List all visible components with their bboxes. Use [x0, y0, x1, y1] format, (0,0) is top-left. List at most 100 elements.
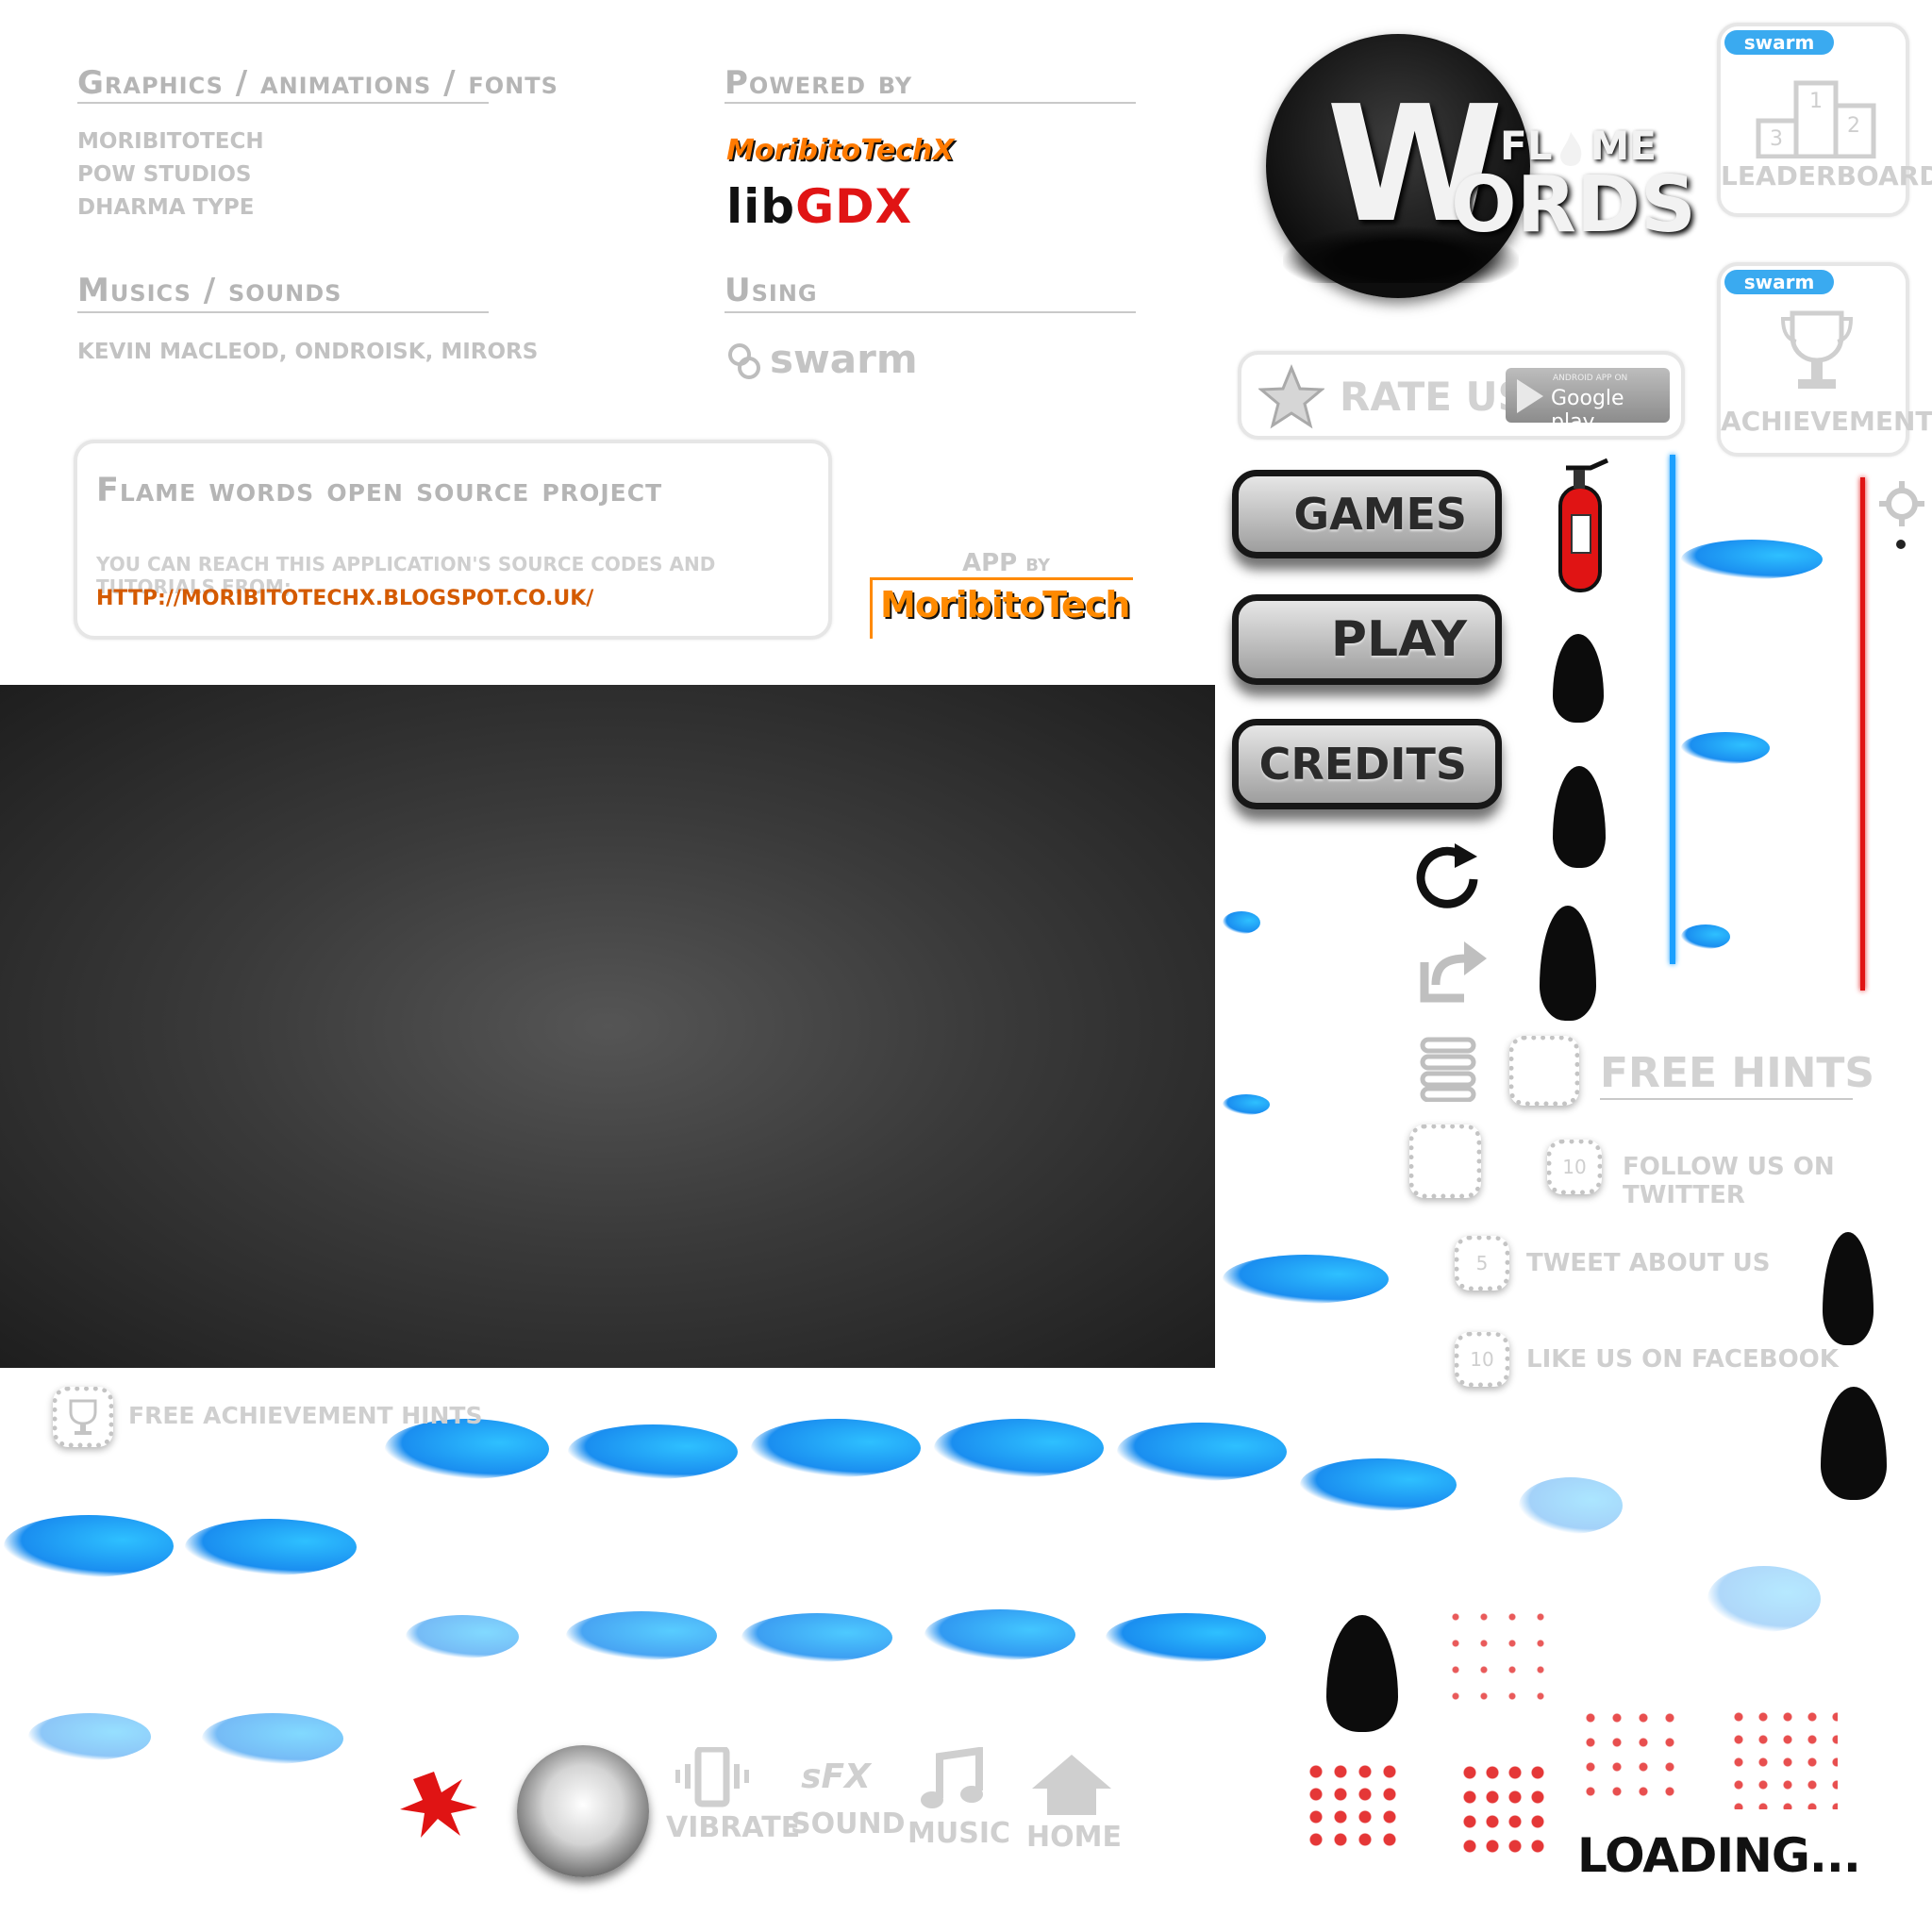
blue-flame-sprite — [741, 1613, 892, 1662]
black-flame-sprite — [1821, 1387, 1887, 1500]
refresh-icon[interactable] — [1406, 836, 1491, 921]
trophy-icon — [69, 1399, 97, 1435]
logo-flame-base — [1283, 226, 1519, 283]
hint-frame — [1509, 1036, 1579, 1106]
trophy-icon — [1780, 310, 1854, 389]
google-play-badge[interactable]: ANDROID APP ON Google play — [1506, 368, 1670, 434]
graphics-heading: Graphics / animations / fonts — [77, 64, 558, 102]
blue-flame-sprite — [1300, 1458, 1457, 1511]
musics-heading: Musics / sounds — [77, 272, 342, 309]
blue-flame-sprite — [934, 1419, 1104, 1477]
games-button[interactable]: GAMES — [1232, 470, 1502, 558]
rate-us-label: RATE US — [1340, 374, 1526, 420]
musics-list: KEVIN MACLEOD, ONDROISK, MIRORS — [77, 340, 539, 364]
black-flame-sprite — [1326, 1615, 1398, 1732]
sound-toggle[interactable]: sFX SOUND — [791, 1747, 905, 1851]
achievements-label: ACHIEVEMENTS — [1721, 406, 1932, 437]
music-note-icon — [921, 1746, 983, 1808]
powered-rule — [724, 102, 1136, 104]
svg-text:3: 3 — [1770, 127, 1783, 151]
using-rule — [724, 311, 1136, 313]
black-flame-sprite — [1553, 634, 1604, 723]
blue-flame-sprite — [28, 1713, 151, 1760]
blue-flame-sprite — [566, 1611, 717, 1660]
tweet-about-us-link[interactable]: TWEET ABOUT US — [1526, 1249, 1771, 1277]
gear-icon[interactable] — [1877, 479, 1926, 528]
share-icon[interactable] — [1411, 928, 1492, 1009]
vibrate-toggle[interactable]: VIBRATE — [666, 1745, 800, 1851]
blue-flame-sprite — [1223, 1255, 1389, 1304]
blue-laser-line — [1670, 455, 1675, 964]
free-hints-rule — [1600, 1098, 1853, 1100]
red-particles-sprite — [1304, 1760, 1407, 1855]
graphics-list: MORIBITOTECH POW STUDIOS DHARMA TYPE — [77, 125, 264, 225]
black-flame-sprite — [1553, 766, 1606, 868]
empty-hint-frame — [1409, 1124, 1481, 1198]
source-title: Flame words open source project — [96, 472, 663, 509]
blue-flame-sprite — [4, 1515, 174, 1577]
red-particles-sprite — [1726, 1706, 1838, 1809]
credit-item: POW STUDIOS — [77, 162, 252, 187]
hint-count-badge: 5 — [1455, 1236, 1509, 1291]
blue-flame-sprite — [1707, 1566, 1821, 1632]
loading-label: LOADING... — [1577, 1828, 1861, 1883]
fire-extinguisher-icon — [1558, 458, 1609, 592]
red-particles-sprite — [1577, 1706, 1689, 1809]
blue-flame-sprite — [1681, 540, 1823, 579]
home-icon — [1032, 1755, 1111, 1815]
blue-flame-sprite — [568, 1424, 738, 1479]
hint-count-badge: 10 — [1547, 1140, 1602, 1194]
red-laser-line — [1860, 477, 1865, 991]
red-splat-icon — [400, 1772, 477, 1838]
graphics-rule — [77, 102, 489, 104]
blue-flame-sprite — [1519, 1477, 1623, 1534]
musics-rule — [77, 311, 489, 313]
blue-flame-sprite — [406, 1615, 519, 1658]
using-heading: Using — [724, 272, 818, 309]
leaderboard-button[interactable]: swarm 1 2 3 LEADERBOARD — [1717, 23, 1932, 217]
free-hints-label: FREE HINTS — [1600, 1049, 1875, 1097]
blue-flame-sprite — [1681, 732, 1770, 764]
black-flame-sprite — [1823, 1232, 1874, 1345]
blue-flame-sprite — [1106, 1613, 1266, 1662]
swarm-badge: swarm — [1724, 30, 1834, 55]
achievement-hint-frame — [53, 1387, 113, 1447]
svg-text:1: 1 — [1809, 90, 1823, 113]
blue-flame-sprite — [1223, 1094, 1270, 1115]
home-button[interactable]: HOME — [1026, 1751, 1122, 1855]
blue-flame-sprite — [202, 1713, 343, 1764]
red-particles-sprite — [1458, 1760, 1549, 1858]
vibrate-icon — [675, 1745, 749, 1807]
podium-icon: 1 2 3 — [1756, 80, 1876, 158]
music-toggle[interactable]: MUSIC — [908, 1746, 1010, 1851]
achievements-button[interactable]: swarm ACHIEVEMENTS — [1717, 262, 1932, 457]
follow-twitter-link[interactable]: FOLLOW US ON TWITTER — [1623, 1153, 1932, 1209]
orb-button[interactable] — [517, 1745, 649, 1877]
source-link[interactable]: HTTP://MORIBITOTECHX.BLOGSPOT.CO.UK/ — [96, 587, 593, 610]
hint-count-badge: 10 — [1455, 1332, 1509, 1387]
leaderboard-label: LEADERBOARD — [1721, 160, 1932, 192]
menu-list-icon[interactable] — [1419, 1036, 1477, 1102]
play-button[interactable]: PLAY — [1232, 594, 1502, 685]
rate-us-button[interactable]: RATE US ANDROID APP ON Google play — [1238, 351, 1685, 440]
like-facebook-link[interactable]: LIKE US ON FACEBOOK — [1526, 1345, 1839, 1374]
powered-heading: Powered by — [724, 64, 913, 102]
sfx-icon: sFX — [801, 1757, 871, 1796]
moribitotechx-logo: MoribitoTechX — [726, 134, 955, 167]
game-background-texture — [0, 685, 1215, 1368]
libgdx-logo: libGDX — [726, 179, 913, 234]
credit-item: DHARMA TYPE — [77, 195, 255, 220]
blue-flame-sprite — [1223, 911, 1260, 934]
credits-button[interactable]: CREDITS — [1232, 719, 1502, 809]
play-store-icon — [1517, 379, 1543, 413]
blue-flame-sprite — [751, 1419, 921, 1477]
blue-flame-sprite — [1117, 1423, 1287, 1481]
swarm-badge: swarm — [1724, 270, 1834, 294]
red-particles-sprite — [1441, 1604, 1564, 1717]
star-icon — [1258, 364, 1324, 429]
svg-text:2: 2 — [1847, 114, 1860, 138]
black-flame-sprite — [1540, 906, 1596, 1021]
moribitotech-logo: MoribitoTech — [870, 577, 1133, 639]
swarm-bee-icon — [728, 343, 760, 379]
blue-flame-sprite — [924, 1609, 1075, 1660]
